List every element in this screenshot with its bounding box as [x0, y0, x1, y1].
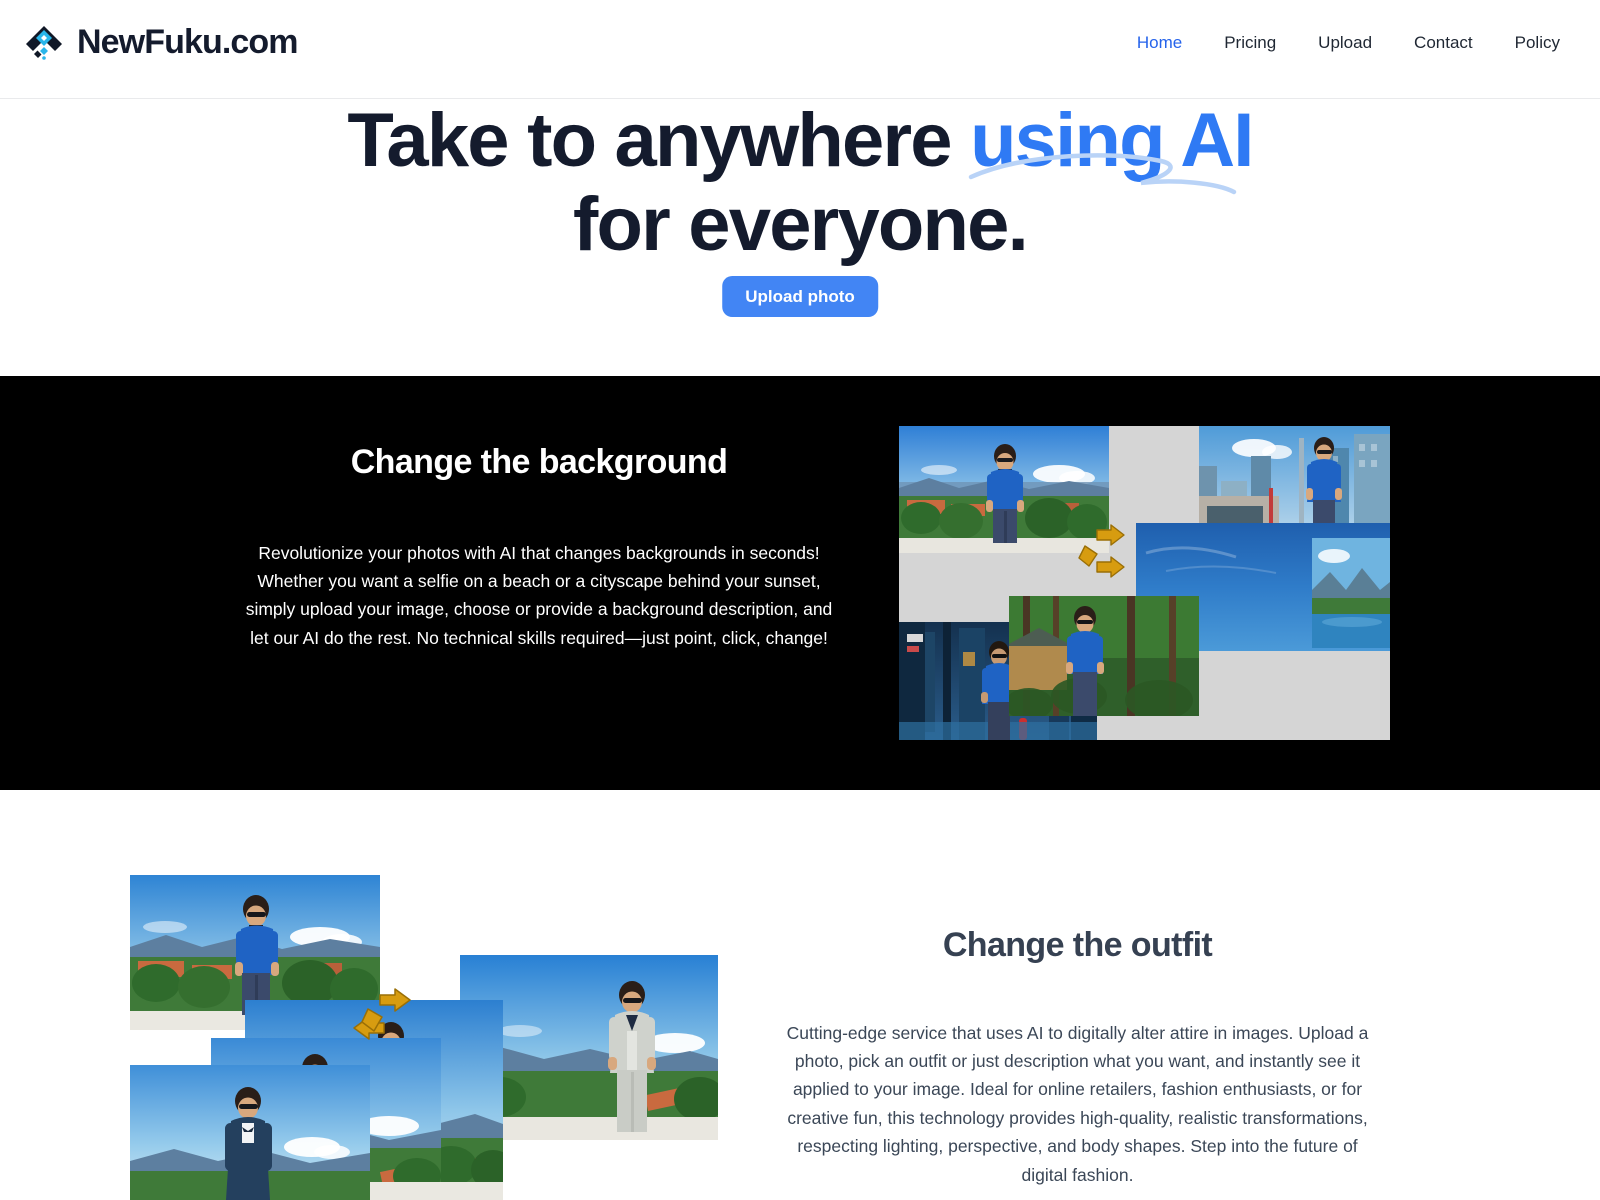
hero-title-part1: Take to anywhere — [347, 98, 971, 183]
nav-item-upload[interactable]: Upload — [1318, 33, 1372, 53]
hero-title-accent: using AI — [970, 98, 1254, 183]
change-background-body: Revolutionize your photos with AI that c… — [245, 542, 833, 648]
change-background-title: Change the background — [350, 443, 728, 481]
photo-outfit-navy-suit — [130, 1065, 370, 1200]
site-header: NewFuku.com Home Pricing Upload Contact … — [0, 0, 1600, 99]
photo-forest-cabin — [1009, 596, 1199, 716]
page-title: Take to anywhere using AI for everyone. — [0, 103, 1600, 263]
change-outfit-body: Cutting-edge service that uses AI to dig… — [786, 1022, 1369, 1185]
nav-item-pricing[interactable]: Pricing — [1224, 33, 1276, 53]
brand-name: NewFuku.com — [77, 23, 298, 61]
change-outfit-title: Change the outfit — [942, 926, 1213, 964]
hero-section: Take to anywhere using AI for everyone. … — [0, 99, 1600, 376]
nav-item-policy[interactable]: Policy — [1515, 33, 1560, 53]
change-background-copy: Change the background Revolutionize your… — [240, 442, 838, 652]
brand-logo-link[interactable]: NewFuku.com — [22, 20, 298, 64]
nav-item-contact[interactable]: Contact — [1414, 33, 1473, 53]
main-navigation: Home Pricing Upload Contact Policy — [1137, 33, 1560, 53]
change-outfit-collage — [110, 860, 750, 1200]
hero-title-accent-wrapper: using AI — [968, 103, 1254, 195]
change-outfit-copy: Change the outfit Cutting-edge service t… — [785, 925, 1370, 1189]
hero-title-line2: for everyone. — [573, 182, 1029, 267]
photo-hillside-city — [899, 426, 1109, 553]
chevron-diamond-logo-icon — [26, 26, 62, 60]
nav-item-home[interactable]: Home — [1137, 33, 1182, 53]
photo-mountain-lake — [1312, 538, 1390, 648]
change-background-collage — [899, 426, 1390, 740]
upload-photo-button[interactable]: Upload photo — [722, 276, 878, 317]
